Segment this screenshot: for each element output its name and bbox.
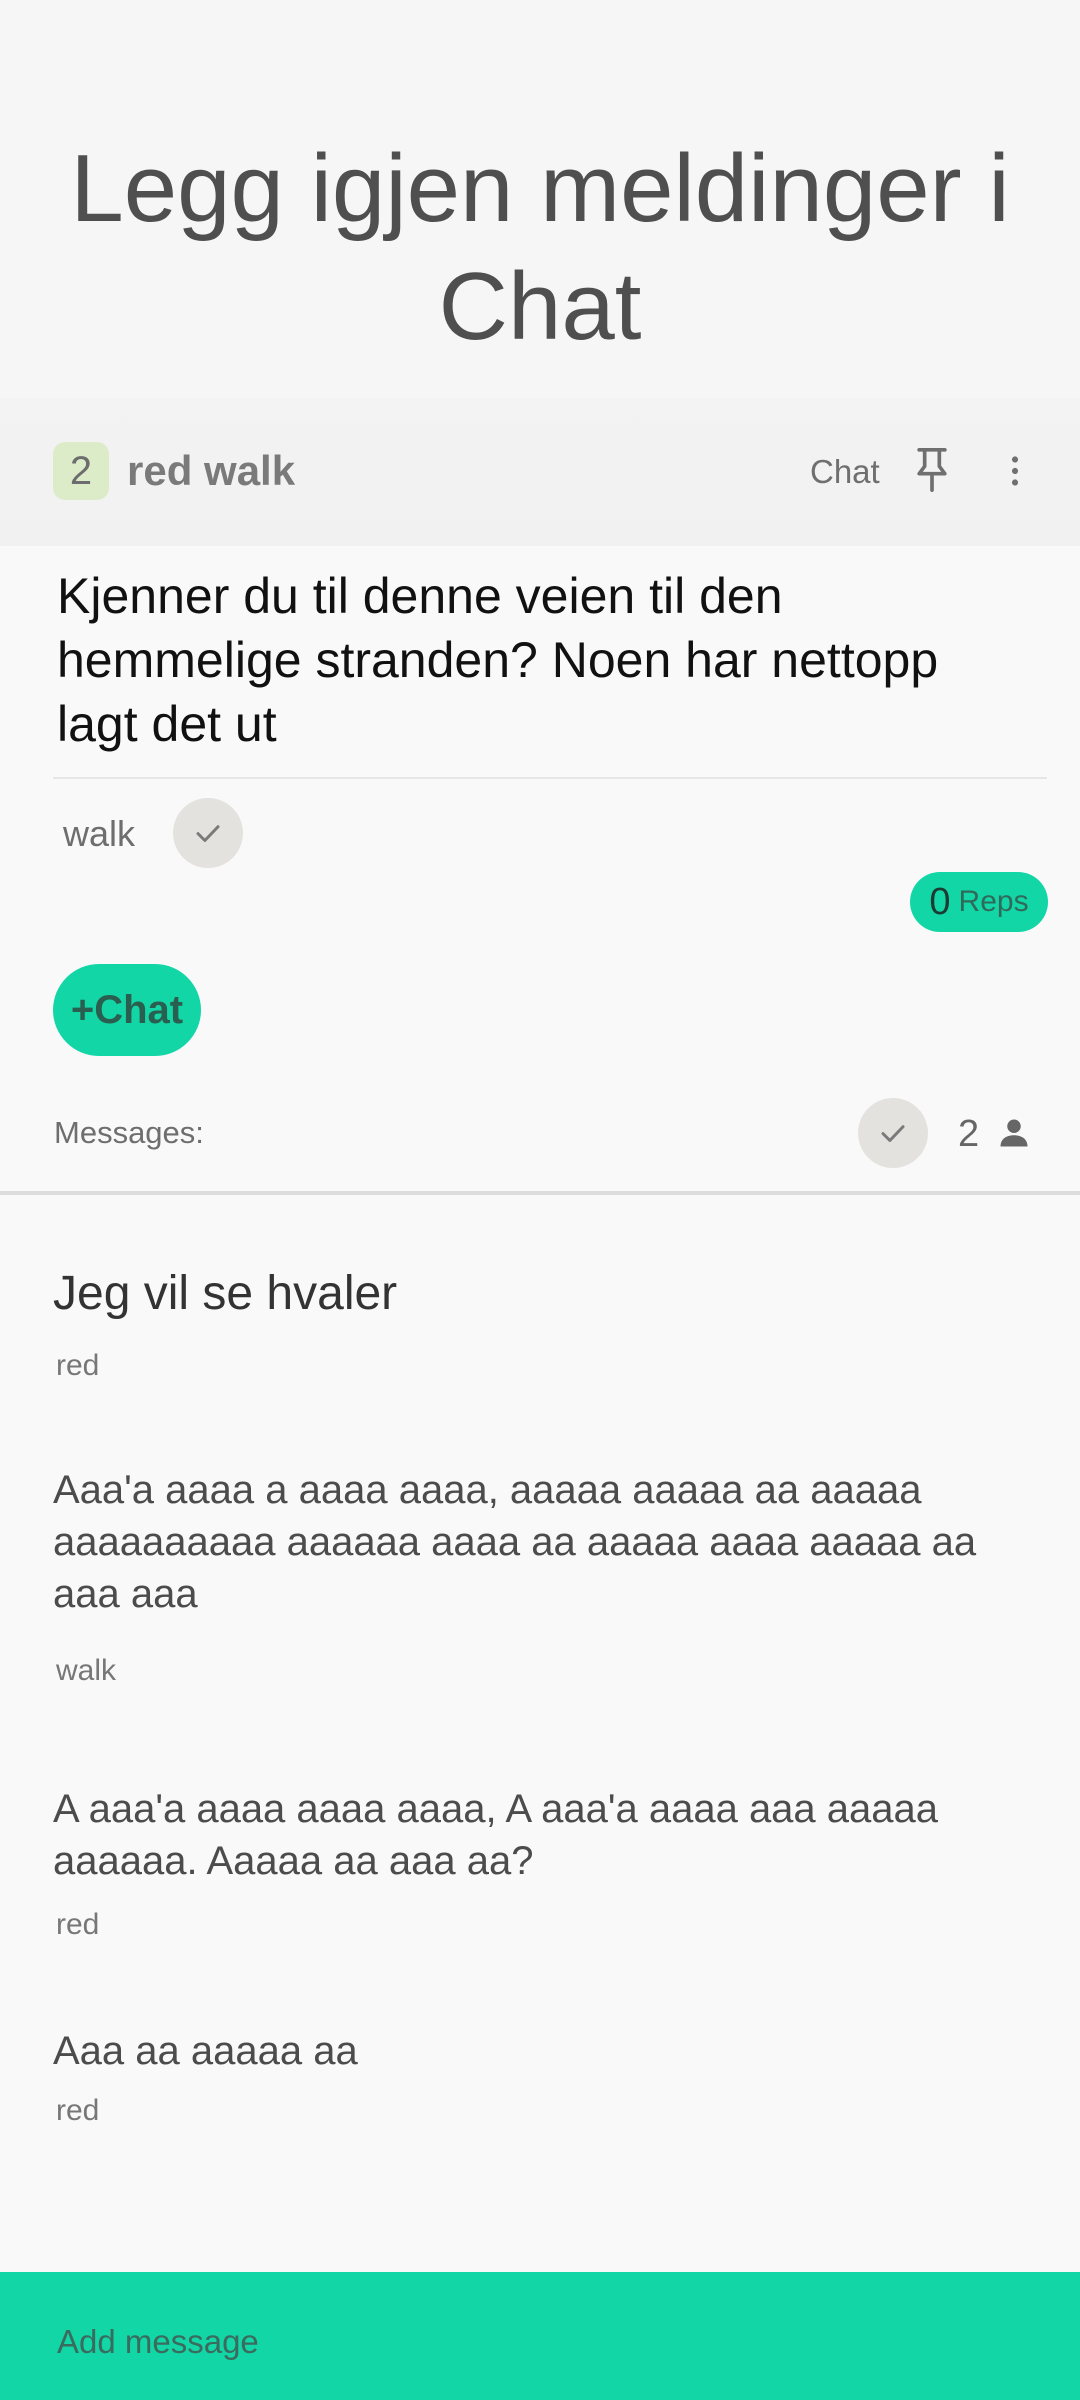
messages-check-button[interactable] <box>858 1098 928 1168</box>
hero-title: Legg igjen meldinger i Chat <box>70 135 1010 360</box>
message-author: walk <box>56 1654 117 1687</box>
message-text: Aaa'a aaaa a aaaa aaaa, aaaaa aaaaa aa a… <box>53 1468 977 1616</box>
pin-icon[interactable] <box>910 446 954 494</box>
app-bar: 2 red walk Chat <box>0 398 1080 546</box>
check-icon <box>881 1125 905 1142</box>
message-text: Aaa aa aaaaa aa <box>53 2029 358 2073</box>
message-text: Jeg vil se hvaler <box>53 1267 398 1320</box>
divider <box>53 777 1047 779</box>
reps-label: Reps <box>958 885 1029 918</box>
more-vert-icon[interactable] <box>1000 448 1030 494</box>
hero-banner: Legg igjen meldinger i Chat <box>0 0 1080 400</box>
message-text: A aaa'a aaaa aaaa aaaa, A aaa'a aaaa aaa… <box>53 1787 939 1883</box>
message-author: red <box>56 1908 100 1941</box>
person-icon <box>996 1114 1032 1152</box>
chat-tab-label[interactable]: Chat <box>810 444 880 500</box>
chat-screen: Legg igjen meldinger i Chat 2 red walk C… <box>0 0 1080 2400</box>
post-question: Kjenner du til denne veien til den hemme… <box>57 568 939 752</box>
add-chat-button[interactable]: +Chat <box>53 964 201 1056</box>
message-author: red <box>56 2094 100 2127</box>
check-icon <box>196 825 220 842</box>
message-input[interactable]: Add message <box>57 2316 259 2368</box>
tag-label: walk <box>63 813 136 854</box>
reps-count: 0 <box>929 880 951 923</box>
tag-check-button[interactable] <box>173 798 243 868</box>
message-author: red <box>56 1349 100 1382</box>
messages-divider <box>0 1191 1080 1195</box>
message-input-bar[interactable]: Add message <box>0 2272 1080 2400</box>
reps-badge[interactable]: 0 Reps <box>910 872 1048 932</box>
app-bar-title[interactable]: red walk <box>127 442 295 500</box>
messages-label: Messages: <box>54 1115 204 1150</box>
count-badge: 2 <box>53 442 109 500</box>
participants-count: 2 <box>958 1113 980 1155</box>
